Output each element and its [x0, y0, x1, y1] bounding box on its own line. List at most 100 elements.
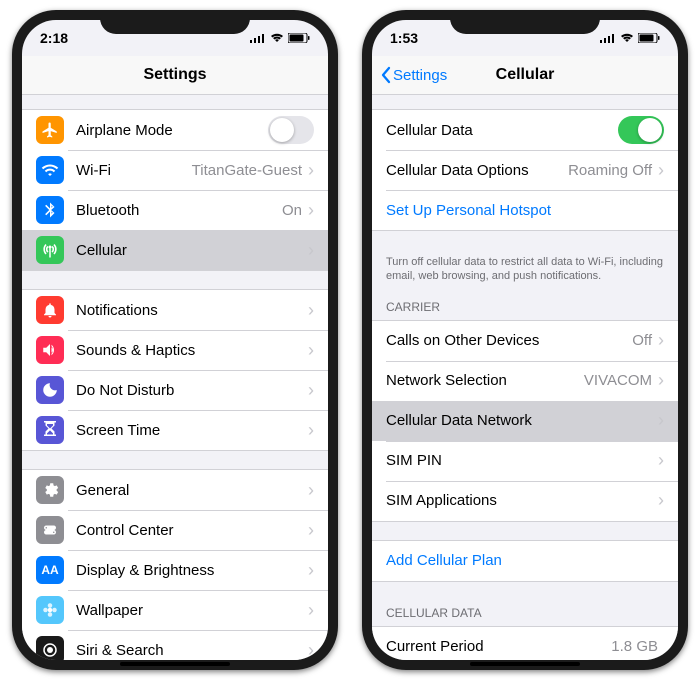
- row-cellular-data-network[interactable]: Cellular Data Network›: [372, 401, 678, 441]
- row-label: Cellular Data: [386, 122, 618, 139]
- wifi-status-icon: [270, 33, 284, 43]
- chevron-right-icon: ›: [658, 330, 664, 351]
- row-label: General: [76, 482, 308, 499]
- chevron-right-icon: ›: [308, 300, 314, 321]
- row-display-brightness[interactable]: AADisplay & Brightness›: [22, 550, 328, 590]
- antenna-icon: [36, 236, 64, 264]
- row-detail: 1.8 GB: [611, 638, 658, 655]
- signal-icon: [250, 33, 266, 43]
- chevron-right-icon: ›: [308, 640, 314, 661]
- chevron-right-icon: ›: [308, 520, 314, 541]
- row-label: Set Up Personal Hotspot: [386, 202, 664, 219]
- notch: [450, 10, 600, 34]
- row-label: Control Center: [76, 522, 308, 539]
- bluetooth-icon: [36, 196, 64, 224]
- row-label: Notifications: [76, 302, 308, 319]
- switches-icon: [36, 516, 64, 544]
- row-label: Bluetooth: [76, 202, 282, 219]
- chevron-right-icon: ›: [658, 160, 664, 181]
- row-detail: VIVACOM: [584, 372, 652, 389]
- row-cellular-data-options[interactable]: Cellular Data OptionsRoaming Off ›: [372, 150, 678, 190]
- row-label: Calls on Other Devices: [386, 332, 632, 349]
- footer-note: Turn off cellular data to restrict all d…: [372, 249, 678, 294]
- chevron-right-icon: ›: [658, 450, 664, 471]
- row-network-selection[interactable]: Network SelectionVIVACOM ›: [372, 361, 678, 401]
- chevron-right-icon: ›: [308, 340, 314, 361]
- chevron-right-icon: ›: [308, 240, 314, 261]
- nav-bar: Settings Cellular: [372, 56, 678, 95]
- chevron-right-icon: ›: [308, 380, 314, 401]
- row-label: Add Cellular Plan: [386, 552, 664, 569]
- row-bluetooth[interactable]: BluetoothOn›: [22, 190, 328, 230]
- chevron-right-icon: ›: [658, 490, 664, 511]
- row-wallpaper[interactable]: Wallpaper›: [22, 590, 328, 630]
- row-label: SIM Applications: [386, 492, 658, 509]
- notch: [100, 10, 250, 34]
- phone-settings: 2:18 Settings Airplane M: [12, 10, 338, 670]
- row-label: Screen Time: [76, 422, 308, 439]
- textsize-icon: AA: [36, 556, 64, 584]
- chevron-right-icon: ›: [658, 370, 664, 391]
- row-label: Sounds & Haptics: [76, 342, 308, 359]
- page-title: Settings: [143, 66, 206, 84]
- back-label: Settings: [393, 67, 447, 84]
- hourglass-icon: [36, 416, 64, 444]
- wifi-icon: [36, 156, 64, 184]
- row-label: Current Period: [386, 638, 611, 655]
- home-indicator[interactable]: [120, 662, 230, 666]
- row-do-not-disturb[interactable]: Do Not Disturb›: [22, 370, 328, 410]
- wifi-status-icon: [620, 33, 634, 43]
- row-label: Wi-Fi: [76, 162, 192, 179]
- row-sounds-haptics[interactable]: Sounds & Haptics›: [22, 330, 328, 370]
- row-detail: Roaming Off: [568, 162, 652, 179]
- row-set-up-personal-hotspot[interactable]: Set Up Personal Hotspot: [372, 190, 678, 230]
- signal-icon: [600, 33, 616, 43]
- row-calls-on-other-devices[interactable]: Calls on Other DevicesOff›: [372, 321, 678, 361]
- row-label: SIM PIN: [386, 452, 658, 469]
- row-airplane-mode[interactable]: Airplane Mode: [22, 110, 328, 150]
- row-label: Network Selection: [386, 372, 584, 389]
- battery-status-icon: [288, 33, 310, 43]
- row-label: Airplane Mode: [76, 122, 268, 139]
- phone-cellular: 1:53 Settings Ce: [362, 10, 688, 670]
- toggle[interactable]: [268, 116, 314, 144]
- page-title: Cellular: [496, 66, 555, 84]
- row-label: Cellular Data Options: [386, 162, 568, 179]
- row-notifications[interactable]: Notifications›: [22, 290, 328, 330]
- row-cellular[interactable]: Cellular›: [22, 230, 328, 270]
- cellular-list[interactable]: Cellular Data Cellular Data OptionsRoamin…: [372, 95, 678, 660]
- section-header-cellular-data: CELLULAR DATA: [372, 600, 678, 626]
- chevron-right-icon: ›: [308, 560, 314, 581]
- chevron-right-icon: ›: [308, 200, 314, 221]
- section-header-carrier: CARRIER: [372, 294, 678, 320]
- home-indicator[interactable]: [470, 662, 580, 666]
- row-label: Siri & Search: [76, 642, 308, 659]
- flower-icon: [36, 596, 64, 624]
- row-screen-time[interactable]: Screen Time›: [22, 410, 328, 450]
- row-sim-applications[interactable]: SIM Applications›: [372, 481, 678, 521]
- bell-icon: [36, 296, 64, 324]
- nav-bar: Settings: [22, 56, 328, 95]
- row-siri-search[interactable]: Siri & Search›: [22, 630, 328, 660]
- chevron-left-icon: [380, 66, 391, 84]
- row-control-center[interactable]: Control Center›: [22, 510, 328, 550]
- row-general[interactable]: General›: [22, 470, 328, 510]
- row-add-cellular-plan[interactable]: Add Cellular Plan: [372, 541, 678, 581]
- status-time: 1:53: [390, 30, 418, 46]
- settings-list[interactable]: Airplane ModeWi-FiTitanGate-Guest›Blueto…: [22, 95, 328, 660]
- row-label: Wallpaper: [76, 602, 308, 619]
- row-label: Cellular Data Network: [386, 412, 658, 429]
- row-cellular-data[interactable]: Cellular Data: [372, 110, 678, 150]
- chevron-right-icon: ›: [308, 600, 314, 621]
- status-time: 2:18: [40, 30, 68, 46]
- toggle[interactable]: [618, 116, 664, 144]
- back-button[interactable]: Settings: [380, 66, 447, 84]
- row-sim-pin[interactable]: SIM PIN›: [372, 441, 678, 481]
- row-current-period: Current Period1.8 GB: [372, 627, 678, 660]
- row-detail: TitanGate-Guest: [192, 162, 302, 179]
- siri-icon: [36, 636, 64, 660]
- airplane-icon: [36, 116, 64, 144]
- moon-icon: [36, 376, 64, 404]
- row-label: Cellular: [76, 242, 308, 259]
- row-wi-fi[interactable]: Wi-FiTitanGate-Guest›: [22, 150, 328, 190]
